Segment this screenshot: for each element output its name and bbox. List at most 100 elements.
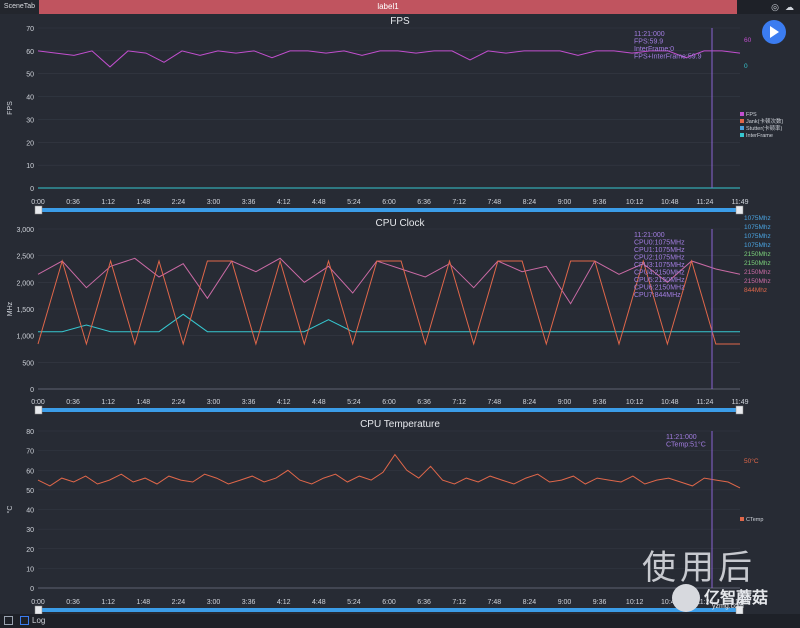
series-line-CTemp [37, 453, 741, 489]
x-tick-label: 6:36 [417, 399, 431, 406]
y-tick-label: 2,000 [16, 280, 34, 287]
tooltip-text: CPU6:2150MHz [634, 285, 685, 292]
y-tick-label: 0 [30, 387, 34, 394]
x-tick-label: 3:36 [242, 199, 256, 206]
right-value: 1075Mhz [744, 233, 771, 240]
y-tick-label: 30 [26, 527, 34, 534]
legend-label: InterFrame [746, 133, 773, 139]
x-tick-label: 9:00 [558, 599, 572, 606]
x-tick-label: 5:24 [347, 599, 361, 606]
x-tick-label: 7:12 [452, 399, 466, 406]
tooltip-text: CPU7:844MHz [634, 292, 681, 299]
y-tick-label: 40 [26, 508, 34, 515]
y-tick-label: 3,000 [16, 227, 34, 234]
range-slider-track [38, 608, 740, 612]
x-tick-label: 2:24 [172, 599, 186, 606]
performance-charts: FPS FPS 0 10 20 30 40 50 60 70 0:00 0:36 1:12 1:48 2:2… [6, 16, 783, 614]
y-tick-label: 20 [26, 547, 34, 554]
watermark-logo: 亿智蘑菇 yzmg.com [672, 584, 796, 614]
series-line-CPU0-3 [38, 313, 740, 333]
x-tick-label: 1:12 [101, 599, 115, 606]
x-tick-label: 0:36 [66, 199, 80, 206]
y-tick-label: 10 [26, 163, 34, 170]
tooltip-text: CTemp:51°C [666, 441, 706, 449]
legend-label: FPS [746, 112, 757, 118]
y-tick-label: 500 [22, 360, 34, 367]
right-value: 1075Mhz [744, 215, 771, 222]
x-tick-label: 11:24 [696, 399, 713, 406]
tooltip-text: CPU4:2150MHz [634, 270, 685, 277]
x-tick-label: 0:00 [31, 599, 45, 606]
x-tick-label: 6:36 [417, 599, 431, 606]
x-tick-label: 4:12 [277, 199, 291, 206]
tooltip-text: CPU5:2150MHz [634, 277, 685, 284]
range-slider-track [38, 408, 740, 412]
x-tick-label: 6:00 [382, 399, 396, 406]
x-tick-label: 1:48 [136, 199, 150, 206]
x-tick-label: 7:12 [452, 199, 466, 206]
x-tick-label: 0:36 [66, 399, 80, 406]
x-tick-label: 6:36 [417, 199, 431, 206]
x-tick-label: 7:48 [487, 399, 501, 406]
x-tick-label: 10:48 [661, 399, 679, 406]
range-slider-track [38, 208, 740, 212]
tooltip-text: 11:21:000 [666, 434, 697, 441]
y-tick-label: 60 [26, 468, 34, 475]
x-tick-label: 10:12 [626, 399, 644, 406]
console-icon[interactable] [4, 616, 13, 625]
y-tick-label: 50 [26, 72, 34, 79]
tooltip-text: 11:21:000 [634, 232, 665, 239]
tooltip-text: CPU0:1075MHz [634, 240, 685, 247]
chart-title: CPU Clock [376, 218, 426, 229]
x-tick-label: 5:24 [347, 399, 361, 406]
x-tick-label: 3:36 [242, 599, 256, 606]
right-value: 2150Mhz [744, 278, 771, 285]
y-tick-label: 1,500 [16, 307, 34, 314]
x-tick-label: 8:24 [523, 199, 537, 206]
right-value: 1075Mhz [744, 242, 771, 249]
tooltip-text: CPU3:1075MHz [634, 262, 685, 269]
x-tick-label: 2:24 [172, 399, 186, 406]
x-tick-label: 10:12 [626, 199, 644, 206]
x-tick-label: 9:36 [593, 199, 607, 206]
range-slider-handle-left[interactable] [34, 605, 43, 614]
x-tick-label: 8:24 [523, 399, 537, 406]
range-slider-handle-right[interactable] [735, 205, 744, 215]
right-value: 50°C [744, 457, 759, 465]
x-tick-label: 9:36 [593, 399, 607, 406]
x-tick-label: 6:00 [382, 199, 396, 206]
legend-swatch [740, 133, 744, 137]
log-checkbox[interactable] [20, 616, 29, 625]
range-slider-handle-left[interactable] [34, 405, 43, 415]
tooltip-text: FPS+InterFrame:59.9 [634, 54, 702, 61]
tooltip-text: InterFrame:0 [634, 46, 674, 53]
range-slider-handle-right[interactable] [735, 405, 744, 415]
y-tick-label: 40 [26, 95, 34, 102]
legend-label: Stutter(卡顿率) [746, 124, 783, 132]
x-tick-label: 10:12 [626, 599, 644, 606]
legend-swatch [740, 126, 744, 130]
right-value: 2150Mhz [744, 269, 771, 276]
right-value: 2150Mhz [744, 251, 771, 258]
y-axis-label: °C [6, 506, 14, 514]
tooltip-text: CPU2:1075MHz [634, 255, 685, 262]
x-tick-label: 3:00 [207, 599, 221, 606]
x-tick-label: 9:00 [558, 199, 572, 206]
y-tick-label: 30 [26, 117, 34, 124]
chart-title: FPS [390, 16, 410, 27]
range-slider-handle-left[interactable] [34, 205, 43, 215]
y-tick-label: 50 [26, 488, 34, 495]
x-tick-label: 9:36 [593, 599, 607, 606]
x-tick-label: 7:48 [487, 199, 501, 206]
x-tick-label: 4:48 [312, 399, 326, 406]
legend-swatch [740, 112, 744, 116]
x-tick-label: 0:36 [66, 599, 80, 606]
right-value: 1075Mhz [744, 224, 771, 231]
y-tick-label: 0 [30, 586, 34, 593]
watermark-logo-icon [672, 584, 700, 612]
x-tick-label: 1:48 [136, 599, 150, 606]
y-axis-label: FPS [7, 101, 14, 115]
x-tick-label: 10:48 [661, 199, 679, 206]
x-tick-label: 1:12 [101, 399, 115, 406]
x-tick-label: 1:12 [101, 199, 115, 206]
